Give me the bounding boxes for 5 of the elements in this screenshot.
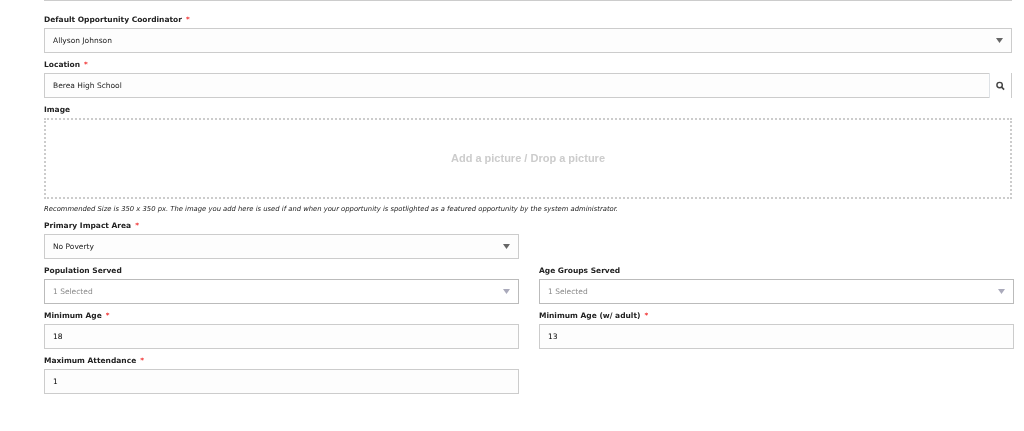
dropdown-caret-icon	[503, 289, 510, 294]
dropdown-caret-icon	[503, 244, 510, 249]
dropdown-caret-icon	[998, 289, 1005, 294]
search-icon	[996, 80, 1005, 91]
dropdown-caret-icon	[996, 38, 1003, 43]
